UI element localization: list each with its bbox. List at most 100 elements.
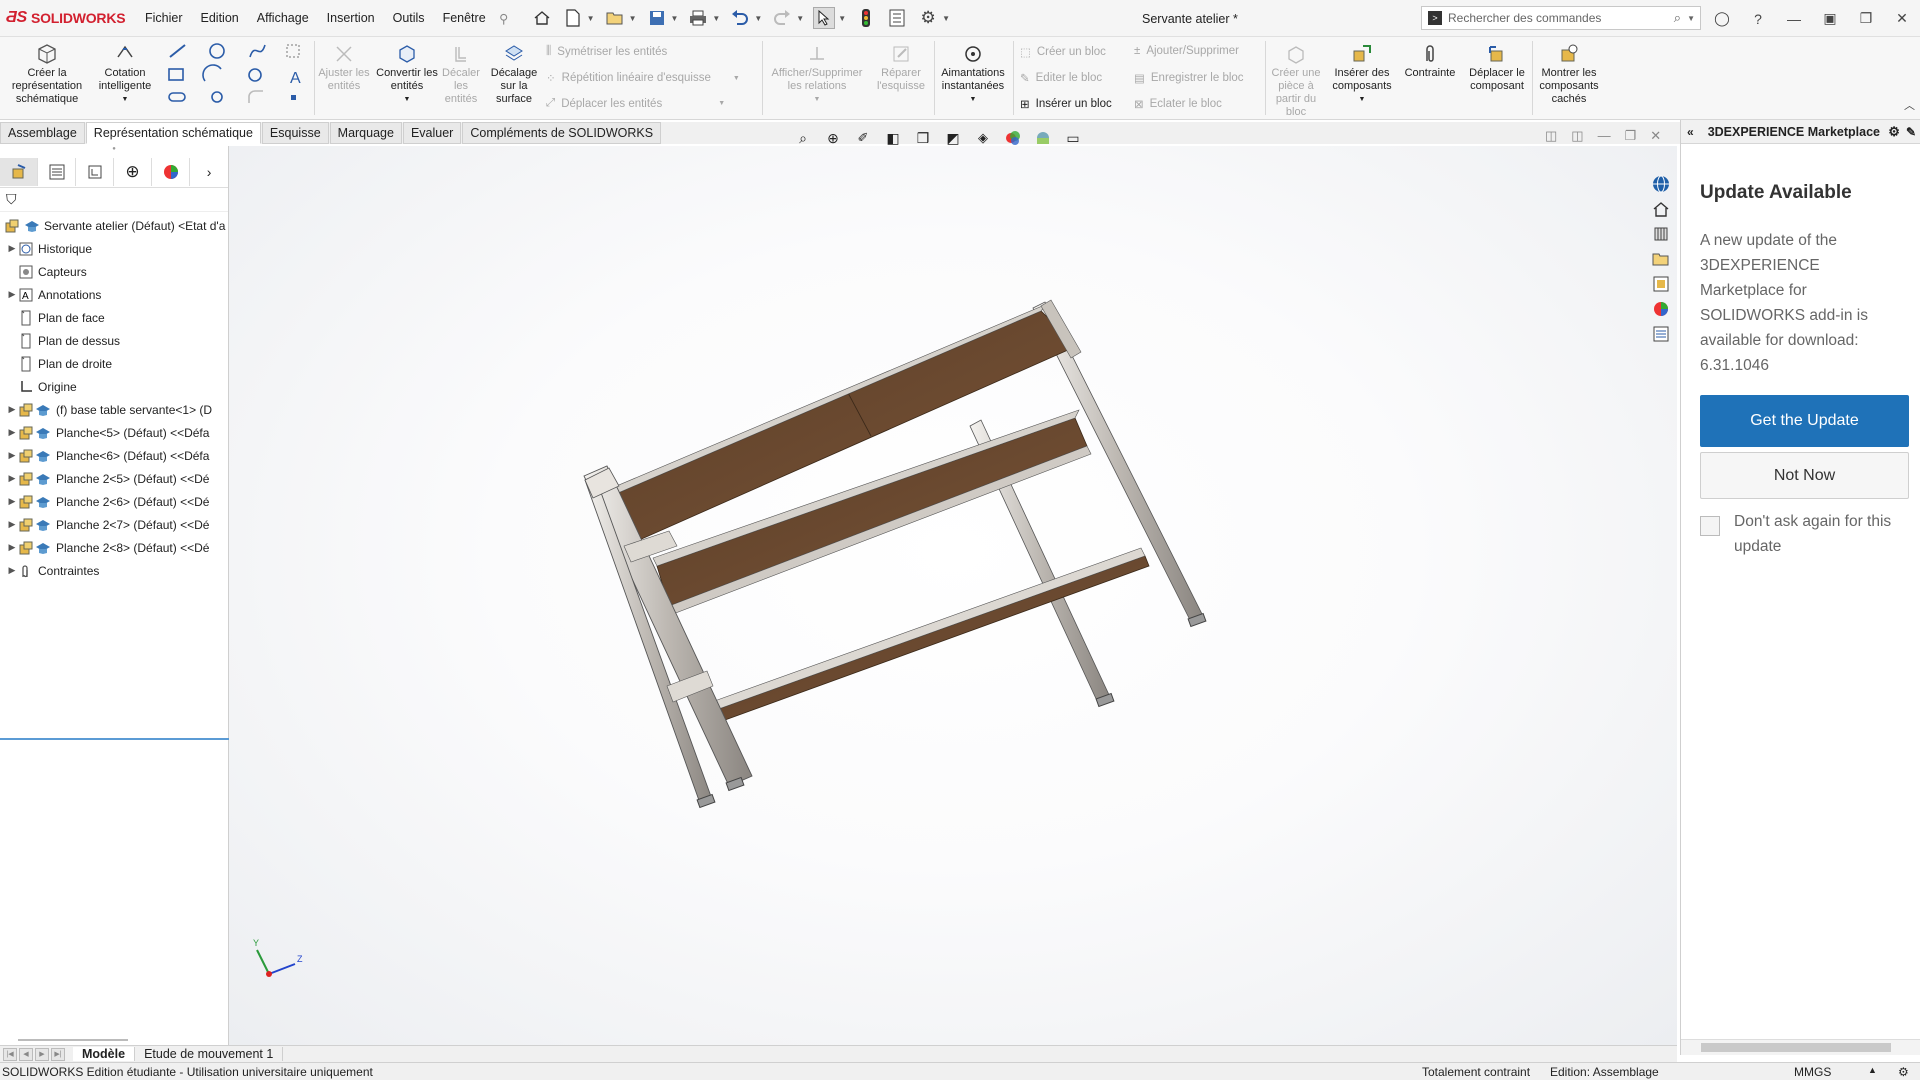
chevron-down-icon[interactable]: ▼ (629, 14, 637, 23)
3dexperience-globe-icon[interactable] (1649, 173, 1673, 195)
repair-sketch-button[interactable]: Réparer l'esquisse (870, 41, 932, 93)
viewport-restore-icon[interactable]: ❐ (1625, 128, 1637, 144)
tree-item[interactable]: ▶ (f) base table servante<1> (D (0, 398, 228, 421)
pin-icon[interactable]: ⚲ (495, 7, 513, 29)
expand-arrow-icon[interactable]: ▶ (6, 473, 18, 484)
move-component-button[interactable]: Déplacer le composant (1464, 41, 1530, 93)
tab-motion-study[interactable]: Etude de mouvement 1 (135, 1047, 284, 1061)
tree-item[interactable]: ▶ Planche 2<7> (Défaut) <<Dé (0, 513, 228, 536)
close-icon[interactable]: ✕ (1884, 8, 1920, 30)
save-icon[interactable] (646, 7, 668, 29)
expand-arrow-icon[interactable]: ▶ (6, 289, 18, 300)
dimxpert-tab-icon[interactable]: ⊕ (114, 158, 153, 186)
expand-arrow-icon[interactable]: ▶ (6, 542, 18, 553)
feature-manager-tab-icon[interactable] (0, 158, 39, 186)
first-tab-icon[interactable]: |◀ (3, 1047, 17, 1061)
select-cursor-icon[interactable] (813, 7, 836, 29)
command-search-input[interactable]: > Rechercher des commandes ⌕ ▼ (1421, 6, 1701, 30)
edit-appearance-icon[interactable] (1002, 127, 1024, 149)
print-icon[interactable] (687, 7, 709, 29)
linear-pattern-button[interactable]: ⁘ Répétition linéaire d'esquisse ▼ (546, 71, 740, 85)
traffic-light-icon[interactable] (855, 7, 877, 29)
move-entities-button[interactable]: ⤢ Déplacer les entités ▼ (546, 97, 725, 110)
explode-block-button[interactable]: ⊠ Eclater le bloc (1134, 97, 1222, 111)
chevron-down-icon[interactable]: ▼ (712, 14, 720, 23)
tree-root-assembly[interactable]: Servante atelier (Défaut) <Etat d'a (0, 214, 228, 237)
tab-modele[interactable]: Modèle (73, 1047, 136, 1061)
viewport-minimize-icon[interactable]: — (1598, 128, 1611, 144)
gear-icon[interactable]: ⚙ (1888, 124, 1900, 140)
property-manager-tab-icon[interactable] (38, 158, 77, 186)
tree-filter[interactable]: ⛉ (0, 188, 228, 212)
chevron-down-icon[interactable]: ▼ (754, 14, 762, 23)
add-remove-block-button[interactable]: ± Ajouter/Supprimer (1134, 45, 1239, 57)
home-icon[interactable] (531, 7, 553, 29)
apply-scene-icon[interactable] (1032, 127, 1054, 149)
zoom-to-fit-icon[interactable]: ⌕ (792, 127, 814, 149)
chevron-down-icon[interactable]: ▼ (942, 14, 950, 23)
expand-arrow-icon[interactable]: ▶ (6, 243, 18, 254)
not-now-button[interactable]: Not Now (1700, 452, 1909, 499)
offset-surface-button[interactable]: Décalage sur la surface (486, 41, 542, 106)
tree-item[interactable]: Plan de droite (0, 352, 228, 375)
tree-item[interactable]: Plan de face (0, 306, 228, 329)
previous-pane-icon[interactable]: ◫ (1545, 128, 1557, 144)
insert-block-button[interactable]: ⊞ Insérer un bloc (1020, 97, 1112, 111)
show-relations-button[interactable]: Afficher/Supprimer les relations ▼ (766, 41, 868, 106)
solidworks-resources-home-icon[interactable] (1649, 198, 1673, 220)
tree-item[interactable]: ▶ Planche 2<6> (Défaut) <<Dé (0, 490, 228, 513)
expand-arrow-icon[interactable]: ▶ (6, 427, 18, 438)
configuration-manager-tab-icon[interactable] (76, 158, 115, 186)
tree-item[interactable]: ▶ Planche 2<8> (Défaut) <<Dé (0, 536, 228, 559)
tree-item[interactable]: Capteurs (0, 260, 228, 283)
restore-icon[interactable]: ❐ (1848, 8, 1884, 30)
menu-fenetre[interactable]: Fenêtre (434, 11, 495, 25)
tree-item[interactable]: ▶ Historique (0, 237, 228, 260)
mate-button[interactable]: Contrainte (1398, 41, 1462, 80)
view-palette-icon[interactable] (1649, 273, 1673, 295)
panel-grip[interactable]: ● (0, 146, 228, 156)
pin-icon[interactable]: ✎ (1906, 125, 1916, 139)
get-update-button[interactable]: Get the Update (1700, 395, 1909, 447)
show-hidden-components-button[interactable]: Montrer les composants cachés (1534, 41, 1604, 106)
next-pane-icon[interactable]: ◫ (1571, 128, 1583, 144)
smart-dimension-button[interactable]: Cotation intelligente ▼ (92, 41, 158, 106)
tile-windows-icon[interactable]: ▣ (1812, 8, 1848, 30)
search-icon[interactable]: ⌕ (1674, 10, 1681, 26)
tree-item[interactable]: ▶ Planche<5> (Défaut) <<Défa (0, 421, 228, 444)
custom-properties-icon[interactable] (1649, 323, 1673, 345)
chevron-down-icon[interactable]: ▼ (838, 14, 846, 23)
chevron-down-icon[interactable]: ▼ (587, 14, 595, 23)
chevron-down-icon[interactable]: ▼ (733, 75, 740, 82)
menu-insertion[interactable]: Insertion (318, 11, 384, 25)
assembly-model[interactable]: Y Z (229, 146, 1677, 1045)
menu-fichier[interactable]: Fichier (136, 11, 192, 25)
open-folder-icon[interactable] (604, 7, 626, 29)
section-view-icon[interactable]: ◧ (882, 127, 904, 149)
tree-item[interactable]: ▶ Contraintes (0, 559, 228, 582)
tab-representation-schematique[interactable]: Représentation schématique (85, 122, 261, 144)
menu-outils[interactable]: Outils (384, 11, 434, 25)
edit-block-button[interactable]: ✎ Editer le bloc (1020, 71, 1102, 85)
expand-arrow-icon[interactable]: ▶ (6, 519, 18, 530)
appearances-icon[interactable] (1649, 298, 1673, 320)
save-block-button[interactable]: ▤ Enregistrer le bloc (1134, 71, 1244, 85)
viewport-close-icon[interactable]: ✕ (1650, 128, 1661, 144)
hide-show-items-icon[interactable]: ◈ (972, 127, 994, 149)
tab-marquage[interactable]: Marquage (329, 122, 402, 144)
chevron-down-icon[interactable]: ▼ (671, 14, 679, 23)
display-style-icon[interactable]: ◩ (942, 127, 964, 149)
menu-edition[interactable]: Edition (192, 11, 248, 25)
chevron-right-icon[interactable]: › (190, 158, 228, 186)
chevron-down-icon[interactable]: ▼ (718, 100, 725, 107)
expand-arrow-icon[interactable]: ▶ (6, 404, 18, 415)
tree-item[interactable]: Origine (0, 375, 228, 398)
graphics-area[interactable]: Y Z (229, 146, 1677, 1045)
task-pane-scrollbar[interactable] (1681, 1039, 1920, 1055)
display-manager-tab-icon[interactable] (152, 158, 191, 186)
trim-entities-button[interactable]: Ajuster les entités (316, 41, 372, 93)
quick-snaps-button[interactable]: Aimantations instantanées ▼ (936, 41, 1010, 106)
convert-entities-button[interactable]: Convertir les entités ▼ (376, 41, 438, 106)
gear-icon[interactable]: ⚙ (917, 7, 939, 29)
last-tab-icon[interactable]: ▶| (51, 1047, 65, 1061)
